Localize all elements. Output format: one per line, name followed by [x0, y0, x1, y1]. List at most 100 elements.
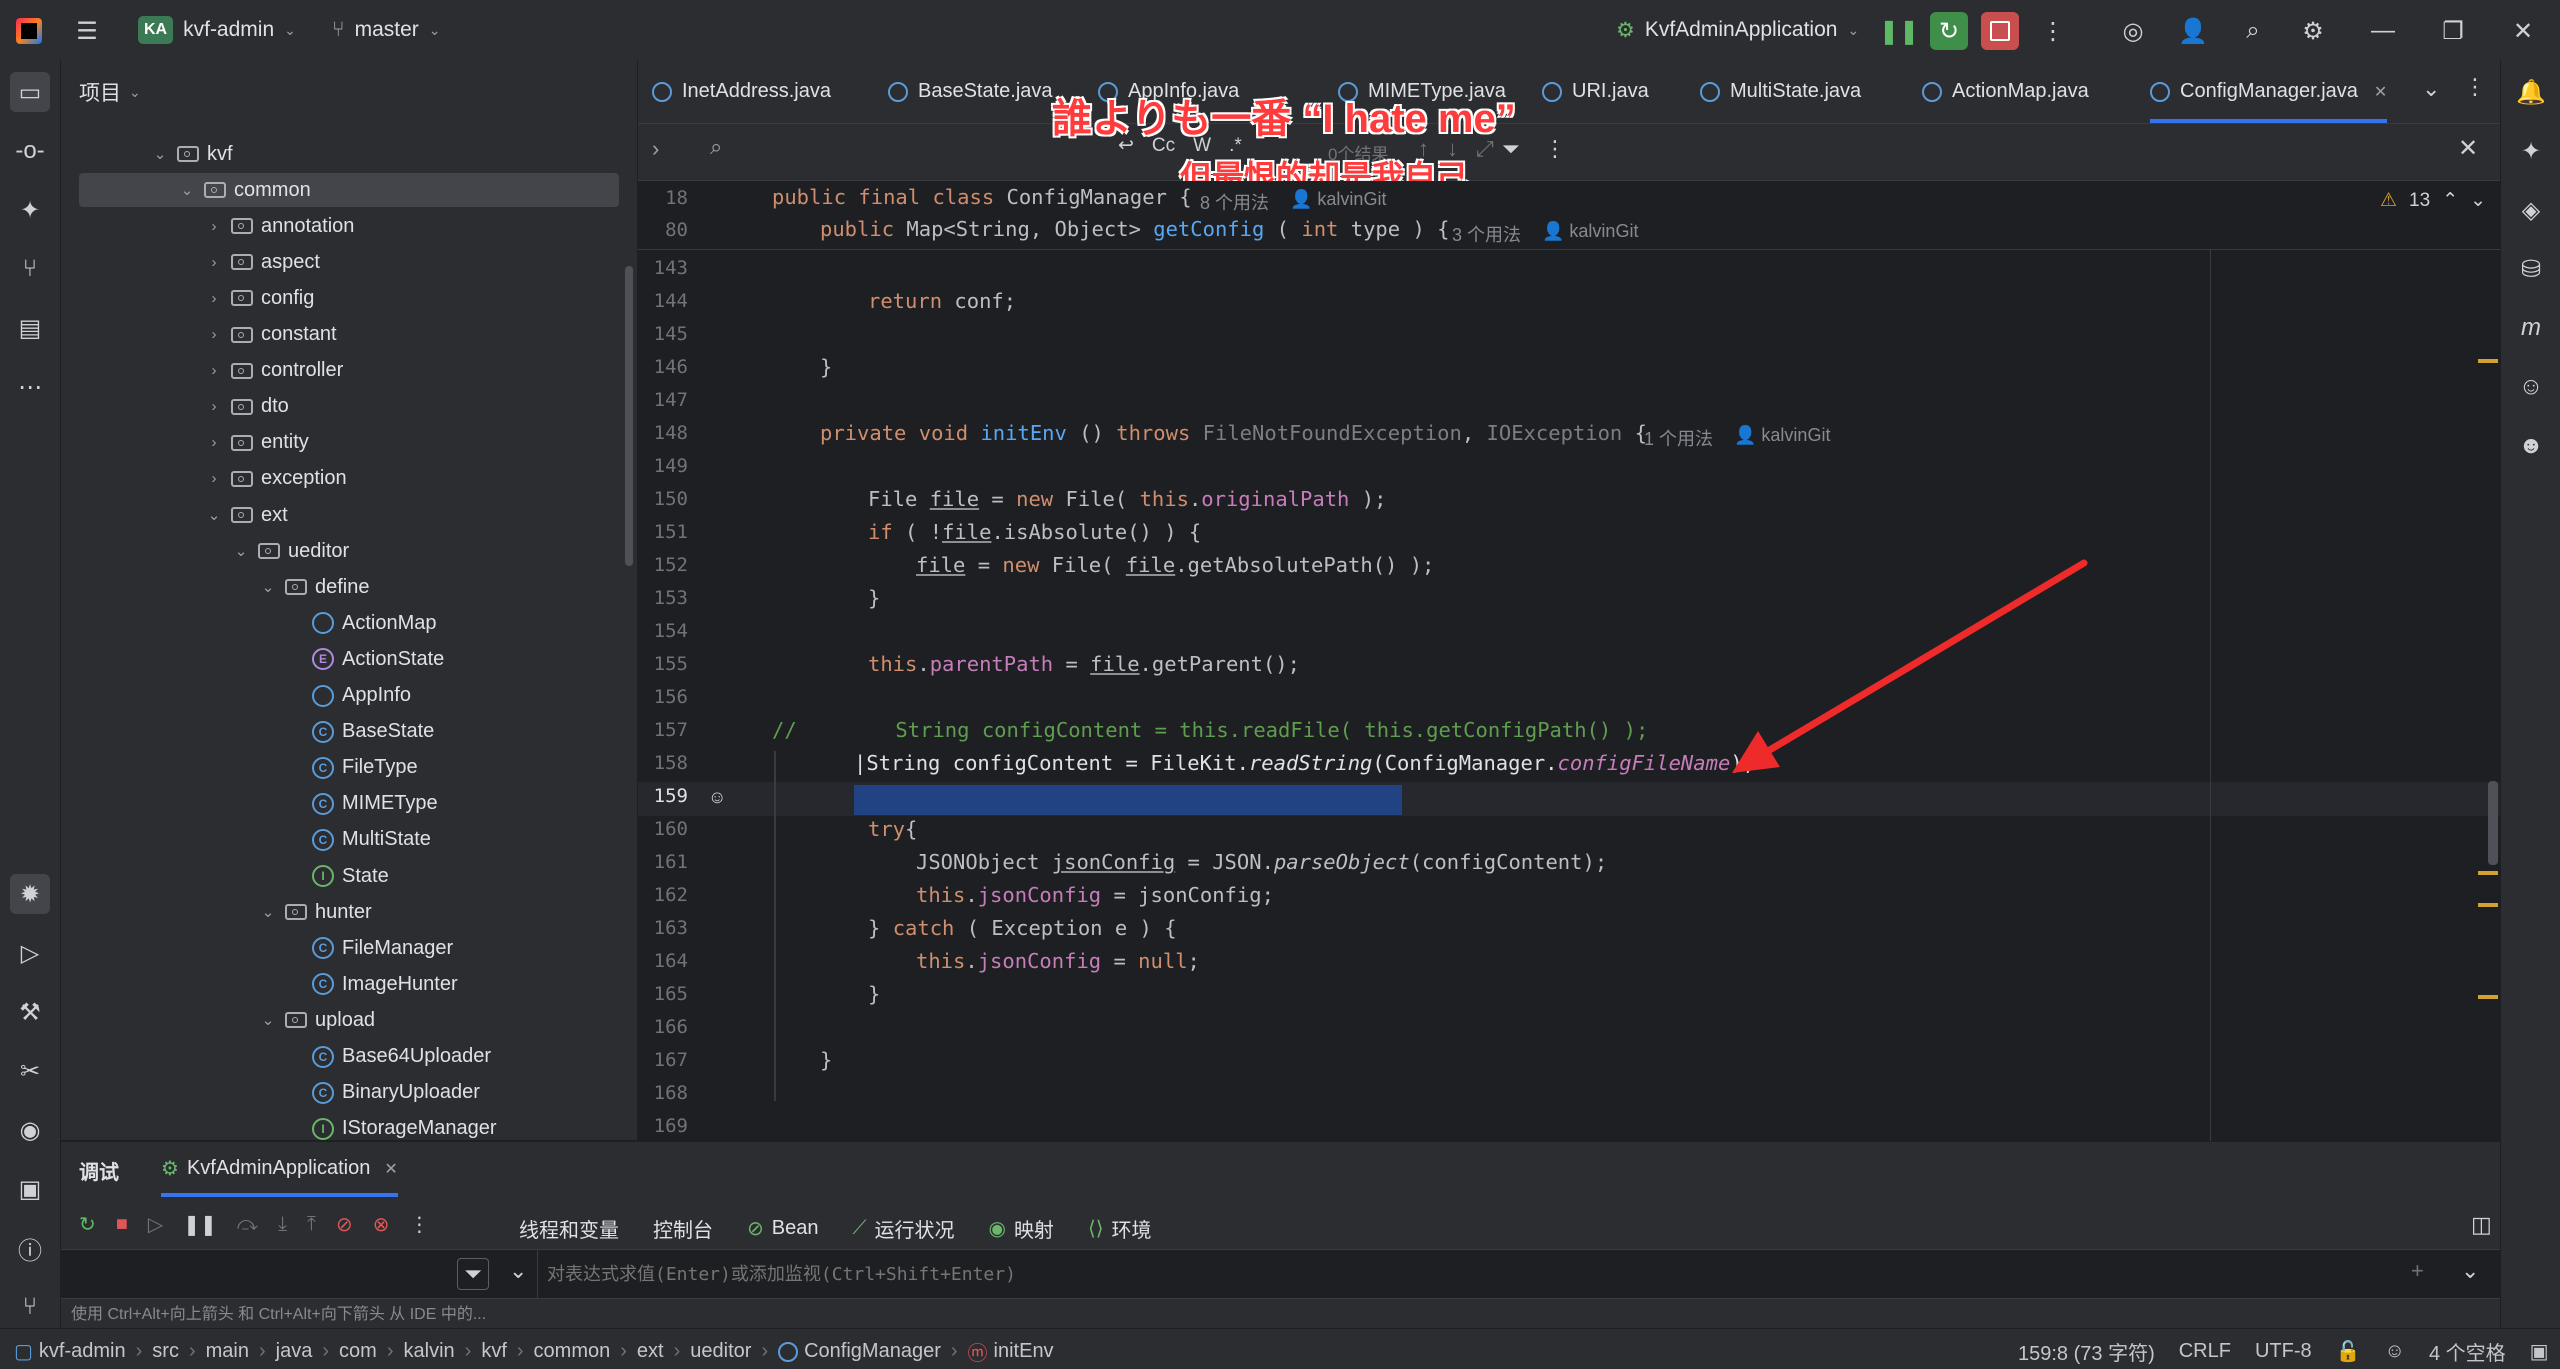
run-config-selector[interactable]: ⚙ KvfAdminApplication ⌄ [1616, 12, 1859, 48]
lock-icon[interactable]: 🔓 [2336, 1339, 2361, 1364]
step-into-icon[interactable]: ⤓ [278, 1213, 287, 1236]
debug-tab[interactable]: 线程和变量 [519, 1214, 619, 1243]
tree-item-multistate[interactable]: C MultiState [286, 823, 431, 857]
layout-icon[interactable]: ◫ [2471, 1212, 2492, 1238]
tab-list-chevron-icon[interactable]: ⌄ [2422, 76, 2440, 102]
debug-tab[interactable]: ⟋ 运行状况 [852, 1214, 954, 1243]
tree-item-upload[interactable]: ⌄ upload [259, 1003, 375, 1037]
line-number[interactable]: 163 [638, 917, 688, 939]
tree-item-kvf[interactable]: ⌄ kvf [151, 137, 233, 171]
tree-item-constant[interactable]: › constant [205, 318, 337, 352]
warning-stripe-marker[interactable] [2478, 995, 2498, 999]
ai-assistant-status-icon[interactable]: ☺ [2385, 1340, 2405, 1363]
view-breakpoints-icon[interactable]: ⊘ [336, 1212, 353, 1237]
line-number[interactable]: 160 [638, 818, 688, 840]
debug-tab[interactable]: ⊘ Bean [747, 1214, 818, 1243]
tree-item-exception[interactable]: › exception [205, 462, 347, 496]
editor-tab[interactable]: InetAddress.java [652, 60, 831, 123]
tree-item-state[interactable]: I State [286, 859, 389, 893]
sticky-class-declaration[interactable]: public final class ConfigManager { [772, 185, 1192, 209]
tree-item-common[interactable]: ⌄ common [79, 173, 619, 208]
run-icon[interactable]: ▷ [10, 933, 50, 973]
tree-item-ext[interactable]: ⌄ ext [205, 498, 288, 532]
breadcrumb-item[interactable]: kalvin [404, 1340, 455, 1363]
settings-gear-icon[interactable]: ⚙ [2294, 12, 2332, 50]
filter-icon[interactable]: ⏷ [457, 1258, 489, 1290]
code-line-154[interactable]: } [868, 586, 880, 610]
line-number[interactable]: 158 [638, 752, 688, 774]
line-number[interactable]: 153 [638, 587, 688, 609]
restore-icon[interactable]: ❐ [2434, 12, 2472, 50]
breadcrumb-item[interactable]: ▢ kvf-admin [14, 1339, 126, 1364]
editor-tab[interactable]: BaseState.java [888, 60, 1053, 123]
breadcrumb-item[interactable]: ueditor [690, 1340, 751, 1363]
line-number[interactable]: 143 [638, 257, 688, 279]
chevron-down-icon[interactable]: ⌄ [232, 542, 250, 560]
line-number[interactable]: 149 [638, 455, 688, 477]
build-hammer-icon[interactable]: ⚒ [10, 992, 50, 1032]
chevron-down-icon[interactable]: ⌄ [509, 1258, 527, 1284]
close-tab-icon[interactable]: ✕ [384, 1159, 397, 1179]
chevron-down-icon[interactable]: ⌄ [151, 145, 169, 163]
mute-breakpoints-icon[interactable]: ⊗ [373, 1212, 390, 1237]
tree-item-annotation[interactable]: › annotation [205, 209, 355, 243]
search-icon[interactable]: ⌕ [2234, 12, 2272, 50]
git-icon[interactable]: ⑂ [10, 1287, 50, 1327]
line-number[interactable]: 148 [638, 422, 688, 444]
line-number[interactable]: 155 [638, 653, 688, 675]
chevron-right-icon[interactable]: › [205, 254, 223, 271]
line-number[interactable]: 144 [638, 290, 688, 312]
evaluate-expression-input[interactable] [545, 1256, 2449, 1292]
more-actions-icon[interactable]: ⋮ [2034, 12, 2072, 50]
line-number[interactable]: 151 [638, 521, 688, 543]
code-line-150[interactable]: File file = new File( this.originalPath … [868, 487, 1386, 511]
project-scrollbar[interactable] [625, 266, 633, 566]
tree-item-config[interactable]: › config [205, 281, 315, 315]
tree-item-ueditor[interactable]: ⌄ ueditor [232, 534, 349, 568]
code-line-166[interactable]: } [868, 982, 880, 1006]
project-switcher[interactable]: KA kvf-admin ⌄ [138, 12, 296, 48]
search-history-icon[interactable]: ⌕ [710, 134, 722, 160]
line-separator[interactable]: CRLF [2179, 1340, 2231, 1363]
chevron-down-icon[interactable]: ⌄ [2470, 189, 2486, 212]
tree-item-filemanager[interactable]: C FileManager [286, 931, 453, 965]
editor-tab[interactable]: ConfigManager.java ✕ [2150, 60, 2388, 123]
chevron-down-icon[interactable]: ⌄ [178, 181, 196, 199]
breadcrumb-item[interactable]: ⓜ initEnv [968, 1337, 1054, 1366]
breadcrumb-item[interactable]: java [276, 1340, 313, 1363]
debug-tab[interactable]: ◉ 映射 [988, 1214, 1053, 1243]
usages-hint[interactable]: 3 个用法 [1452, 221, 1521, 247]
resume-icon[interactable]: ▷ [148, 1212, 163, 1237]
ai-chat-icon[interactable]: ✦ [10, 190, 50, 230]
breadcrumb-item[interactable]: common [534, 1340, 611, 1363]
rerun-icon[interactable]: ↻ [1930, 12, 1968, 50]
line-number[interactable]: 168 [638, 1082, 688, 1104]
warning-stripe-marker[interactable] [2478, 359, 2498, 363]
breadcrumb-item[interactable]: ext [637, 1340, 664, 1363]
editor-tab[interactable]: MultiState.java [1700, 60, 1861, 123]
code-line-153[interactable]: file = new File( file.getAbsolutePath() … [916, 553, 1434, 577]
author-hint[interactable]: 👤 kalvinGit [1734, 425, 1830, 446]
chevron-right-icon[interactable]: › [205, 326, 223, 343]
tree-item-basestate[interactable]: C BaseState [286, 715, 434, 749]
chevron-down-icon[interactable]: ⌄ [2461, 1258, 2479, 1284]
more-tabs-icon[interactable]: ⋮ [2464, 74, 2486, 100]
branch-switcher[interactable]: ⑂ master ⌄ [332, 12, 441, 48]
close-window-icon[interactable]: ✕ [2504, 12, 2542, 50]
code-line-164[interactable]: } catch ( Exception e ) { [868, 916, 1177, 940]
sticky-method-declaration[interactable]: public Map<String, Object> getConfig ( i… [820, 217, 1450, 241]
notifications-bell-icon[interactable]: 🔔 [2511, 72, 2551, 112]
tree-item-actionstate[interactable]: E ActionState [286, 642, 444, 676]
author-hint[interactable]: 👤 kalvinGit [1542, 221, 1638, 242]
line-number[interactable]: 150 [638, 488, 688, 510]
terminal-icon[interactable]: ▣ [10, 1169, 50, 1209]
tree-item-base64uploader[interactable]: C Base64Uploader [286, 1040, 491, 1074]
chevron-down-icon[interactable]: ⌄ [205, 506, 223, 524]
tree-item-mimetype[interactable]: C MIMEType [286, 787, 438, 821]
code-line-156[interactable]: this.parentPath = file.getParent(); [868, 652, 1300, 676]
code-line-148[interactable]: private void initEnv () throws FileNotFo… [820, 421, 1647, 445]
expand-replace-chevron-icon[interactable]: › [652, 136, 659, 162]
stop-button[interactable] [1981, 12, 2019, 50]
step-over-icon[interactable]: ⤼ [237, 1213, 258, 1236]
more-options-icon[interactable]: ⋮ [1544, 136, 1566, 162]
